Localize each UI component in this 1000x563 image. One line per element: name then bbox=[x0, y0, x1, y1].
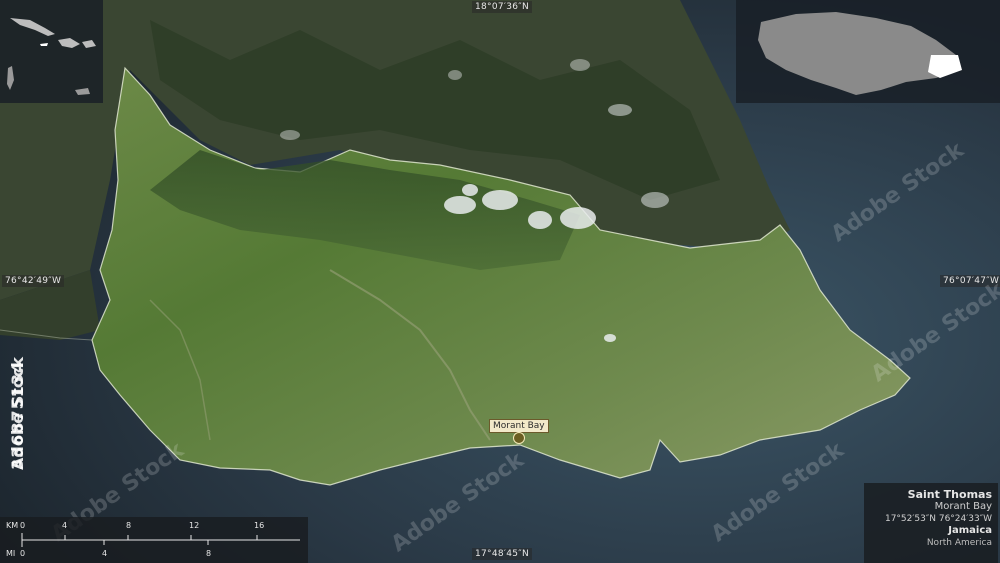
country-name: Jamaica bbox=[948, 525, 992, 536]
coordinate-bottom: 17°48′45″N bbox=[472, 548, 532, 560]
map-view: 18°07′36″N 17°48′45″N 76°42′49″W 76°07′4… bbox=[0, 0, 1000, 563]
city-marker-icon bbox=[513, 432, 525, 444]
caribbean-locator bbox=[7, 18, 96, 95]
scale-bar: KM MI 0 4 8 12 16 0 4 8 bbox=[0, 517, 308, 563]
region-name: Saint Thomas bbox=[907, 488, 992, 501]
capital-name: Morant Bay bbox=[934, 501, 992, 512]
city-label: Morant Bay bbox=[489, 419, 549, 433]
capital-coordinates: 17°52′53″N 76°24′33″W bbox=[884, 514, 992, 524]
info-panel: Saint Thomas Morant Bay 17°52′53″N 76°24… bbox=[864, 483, 998, 563]
regional-inset-map bbox=[0, 0, 103, 103]
jamaica-silhouette bbox=[758, 12, 962, 95]
continent-name: North America bbox=[926, 538, 992, 548]
coordinate-top: 18°07′36″N bbox=[472, 1, 532, 13]
coordinate-left: 76°42′49″W bbox=[2, 275, 65, 287]
scale-ruler bbox=[21, 533, 300, 547]
stock-brand-watermark: Adobe Stock bbox=[8, 357, 27, 470]
country-inset-map bbox=[736, 0, 1000, 103]
